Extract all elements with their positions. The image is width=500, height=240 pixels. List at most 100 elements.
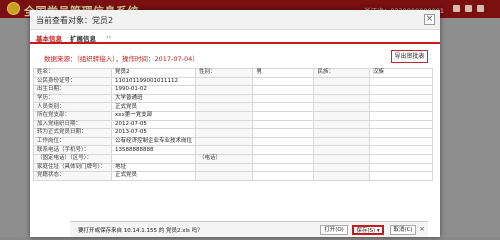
field-value: 正式党员 — [110, 102, 196, 112]
field-value — [368, 128, 434, 138]
field-label: 姓名： — [33, 68, 112, 78]
field-value — [252, 110, 315, 121]
field-value — [252, 128, 315, 138]
field-label: 性别： — [194, 68, 254, 78]
field-value — [252, 153, 315, 164]
field-label — [194, 102, 254, 112]
open-button[interactable]: 打开(O) — [320, 225, 348, 235]
field-label — [194, 145, 254, 155]
field-value — [368, 145, 434, 155]
party-emblem-icon — [7, 2, 20, 15]
member-info-table: 姓名： 党员2 性别：男民族： 汉族 公民身份证号： 110101199001011112… — [33, 68, 434, 181]
field-label: 民族： — [313, 68, 370, 78]
field-value — [368, 153, 434, 164]
tab-extended-info[interactable]: 扩展信息 — [70, 33, 96, 43]
field-label — [194, 136, 254, 147]
field-label — [194, 171, 254, 181]
field-value — [252, 85, 315, 95]
field-label: 转为正式党员日期： — [33, 128, 112, 138]
field-label — [313, 153, 370, 164]
field-value — [252, 93, 315, 104]
field-label — [313, 110, 370, 121]
field-value — [252, 171, 315, 181]
field-value: 汉族 — [368, 68, 434, 78]
field-value: 13588888888 — [110, 145, 196, 155]
table-row: （固定电话）（区号）： （电话） — [33, 153, 434, 164]
export-approval-button[interactable]: 导出审批表 — [391, 50, 428, 63]
field-label: 联系电话（手机号）： — [33, 145, 112, 155]
tab-more-icon[interactable]: ›› — [106, 33, 111, 41]
field-label — [313, 119, 370, 130]
field-value — [110, 153, 196, 164]
field-label — [313, 85, 370, 95]
field-label — [313, 128, 370, 138]
member-detail-dialog: 当前查看对象：党员2 × 基本信息 扩展信息 ›› 数据来源：（组织转接入），操… — [30, 10, 440, 237]
field-label: （固定电话）（区号）： — [33, 153, 112, 164]
info-bar: 数据来源：（组织转接入），操作时间：2017-07-04） 导出审批表 — [30, 47, 440, 66]
field-value: 大学普通班 — [110, 93, 196, 104]
field-value — [252, 145, 315, 155]
cancel-button[interactable]: 取消(C) — [390, 225, 416, 235]
field-value — [252, 162, 315, 173]
logout-icon[interactable] — [477, 5, 484, 12]
dialog-title: 当前查看对象：党员2 — [36, 16, 114, 25]
field-label: 家庭住址（具体到门牌号）： — [33, 162, 112, 173]
home-icon[interactable] — [453, 5, 460, 12]
field-label — [194, 76, 254, 87]
field-label: （电话） — [194, 153, 254, 164]
table-row: 学历： 大学普通班 — [33, 93, 434, 104]
field-value: 2013-07-05 — [110, 128, 196, 138]
save-button[interactable]: 保存(S) ▾ — [352, 225, 384, 235]
field-value: xxx第一党支部 — [110, 110, 196, 121]
field-value: 地址 — [110, 162, 196, 173]
field-label — [313, 136, 370, 147]
close-icon[interactable]: × — [424, 14, 435, 25]
field-value: 党员2 — [110, 68, 196, 78]
field-value: 男 — [252, 68, 315, 78]
field-label: 党籍状态： — [33, 171, 112, 181]
field-value — [368, 136, 434, 147]
data-source-status: 数据来源：（组织转接入），操作时间：2017-07-04） — [44, 55, 199, 63]
field-label: 学历： — [33, 93, 112, 104]
field-label — [194, 162, 254, 173]
field-value — [368, 110, 434, 121]
tab-bar: 基本信息 扩展信息 ›› — [30, 30, 440, 44]
field-value — [368, 93, 434, 104]
field-value — [368, 76, 434, 87]
field-label — [313, 102, 370, 112]
field-value — [252, 119, 315, 130]
field-value — [252, 102, 315, 112]
field-label — [194, 128, 254, 138]
close-icon[interactable]: × — [419, 225, 425, 233]
tab-basic-info[interactable]: 基本信息 — [36, 33, 62, 43]
field-label — [313, 171, 370, 181]
table-row: 加入党组织日期： 2012-07-05 — [33, 119, 434, 130]
field-value — [368, 119, 434, 130]
help-icon[interactable] — [465, 5, 472, 12]
field-value: 110101199001011112 — [110, 76, 196, 87]
download-prompt: 要打开或保存来自 10.14.1.155 的 党员2.xls 吗？ — [78, 228, 203, 234]
field-label — [313, 93, 370, 104]
field-value — [368, 171, 434, 181]
field-value — [252, 76, 315, 87]
table-row: 姓名： 党员2 性别：男民族： 汉族 — [33, 68, 434, 78]
field-label — [194, 119, 254, 130]
field-value — [252, 136, 315, 147]
table-row: 人员类别： 正式党员 — [33, 102, 434, 112]
table-row: 工作岗位： 公有经济控制企业专业技术岗位 — [33, 136, 434, 147]
field-label — [194, 110, 254, 121]
field-value — [368, 102, 434, 112]
field-label: 工作岗位： — [33, 136, 112, 147]
dialog-header: 当前查看对象：党员2 × — [30, 10, 440, 30]
table-row: 党籍状态： 正式党员 — [33, 171, 434, 181]
table-row: 联系电话（手机号）： 13588888888 — [33, 145, 434, 155]
field-label — [194, 93, 254, 104]
download-notification-bar: 要打开或保存来自 10.14.1.155 的 党员2.xls 吗？ 打开(O) … — [70, 221, 428, 237]
field-value — [368, 85, 434, 95]
field-label: 人员类别： — [33, 102, 112, 112]
field-label: 加入党组织日期： — [33, 119, 112, 130]
field-value: 2012-07-05 — [110, 119, 196, 130]
field-value — [368, 162, 434, 173]
field-label: 出生日期： — [33, 85, 112, 95]
field-label: 所在党支部： — [33, 110, 112, 121]
